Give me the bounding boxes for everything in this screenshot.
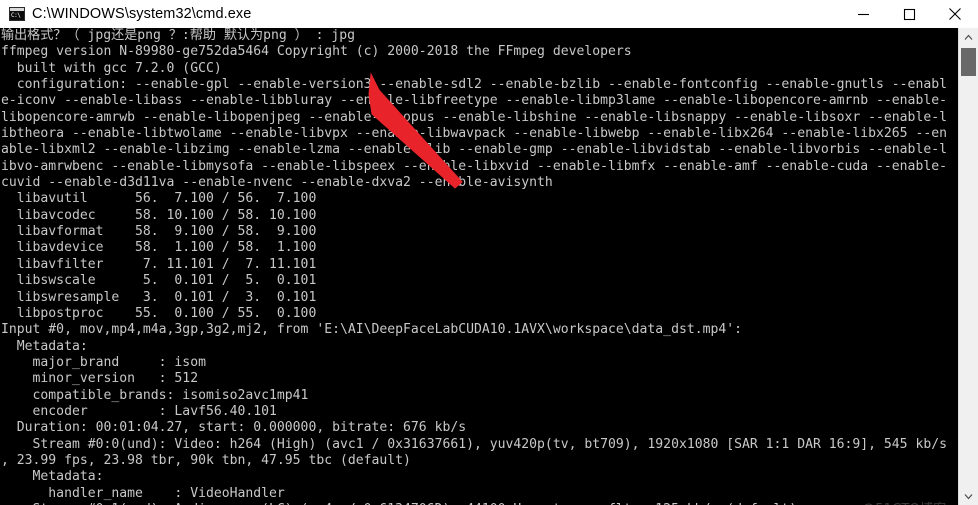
cmd-icon-prompt-glyph: C:\: [11, 12, 21, 19]
cmd-console-icon: C:\: [9, 7, 25, 21]
title-bar[interactable]: C:\ C:\WINDOWS\system32\cmd.exe: [0, 0, 978, 29]
minimize-icon: [857, 13, 869, 15]
console-text: 输出格式？（ jpg还是png ？:帮助 默认为png ） : jpg ffmp…: [1, 28, 947, 505]
minimize-button[interactable]: [840, 0, 886, 28]
vertical-scrollbar[interactable]: [958, 28, 978, 505]
scroll-up-button[interactable]: [959, 28, 978, 46]
chevron-down-icon: [964, 493, 973, 499]
close-icon: [949, 8, 961, 20]
scroll-down-button[interactable]: [959, 487, 978, 505]
cmd-window: C:\ C:\WINDOWS\system32\cmd.exe 输出格式？（ j…: [0, 0, 978, 505]
console-output-area[interactable]: 输出格式？（ jpg还是png ？:帮助 默认为png ） : jpg ffmp…: [0, 28, 958, 505]
scrollbar-thumb[interactable]: [961, 48, 976, 76]
maximize-icon: [903, 8, 915, 20]
close-button[interactable]: [932, 0, 978, 28]
maximize-button[interactable]: [886, 0, 932, 28]
window-title: C:\WINDOWS\system32\cmd.exe: [32, 6, 252, 22]
cmd-icon-titlebar-stripe: [10, 8, 24, 11]
watermark-text: @51CTO博客: [862, 498, 946, 505]
chevron-up-icon: [964, 34, 973, 40]
